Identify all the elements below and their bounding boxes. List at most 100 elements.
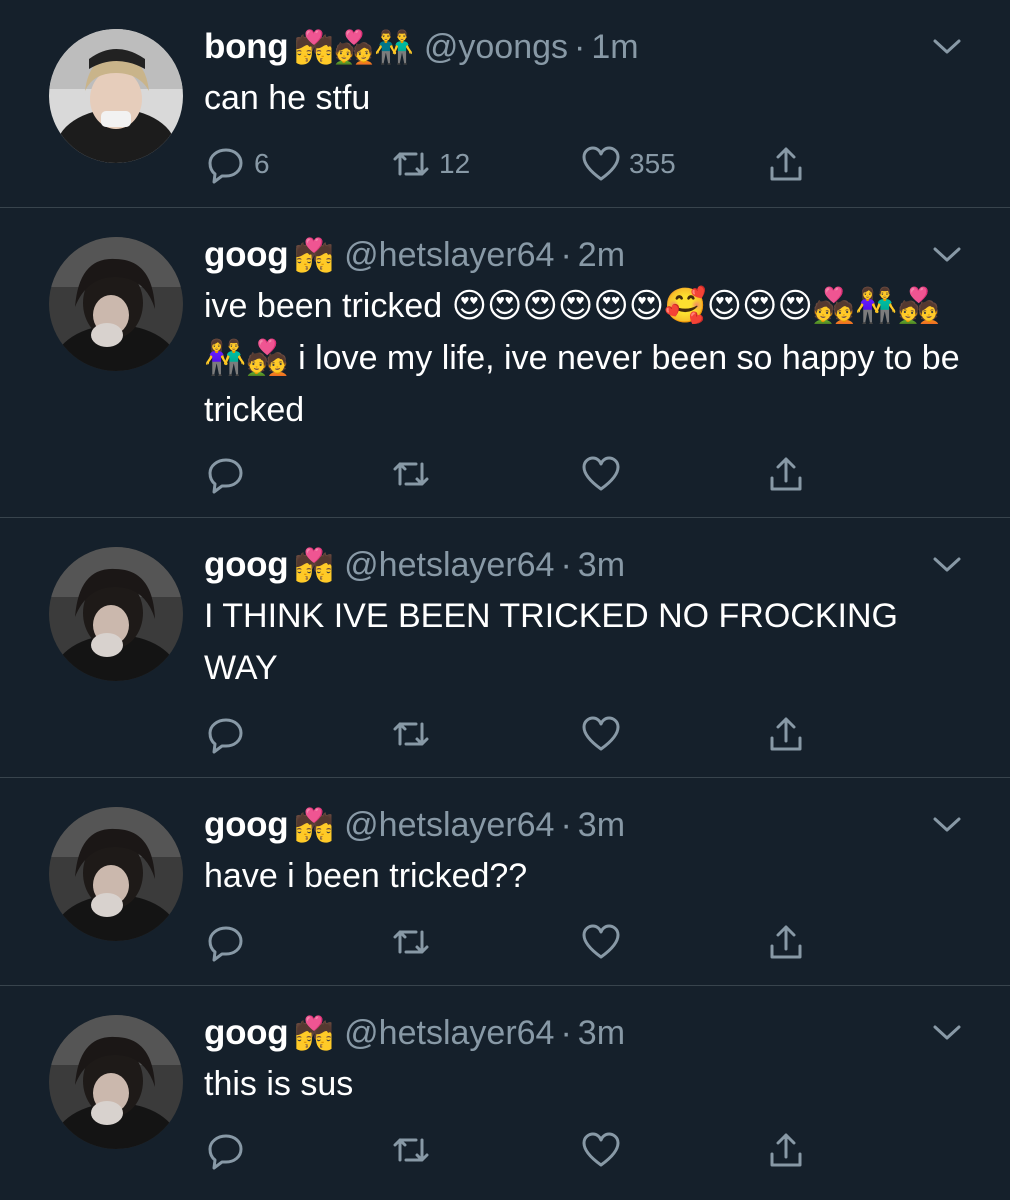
separator: · — [560, 1013, 572, 1052]
chevron-down-icon[interactable] — [932, 37, 962, 57]
chevron-down-icon[interactable] — [932, 245, 962, 265]
avatar[interactable] — [49, 547, 183, 681]
tweet[interactable]: goog 💏 @hetslayer64 · 3m have i been tri… — [0, 778, 1010, 986]
username-handle[interactable]: @hetslayer64 — [344, 806, 554, 845]
separator: · — [560, 235, 572, 274]
share-button[interactable] — [766, 1128, 806, 1172]
avatar-image — [49, 1015, 183, 1149]
retweet-icon — [393, 1138, 429, 1162]
retweet-button[interactable] — [391, 920, 439, 964]
tweet-text: this is sus — [204, 1065, 354, 1103]
retweet-button[interactable] — [391, 1128, 439, 1172]
name-emojis: 💏 — [294, 807, 335, 843]
timestamp[interactable]: 1m — [591, 28, 638, 67]
retweet-icon — [393, 722, 429, 746]
timeline: bong 💏💑👬 @yoongs · 1m can he stfu 6 12 3… — [0, 0, 1010, 1200]
retweet-icon — [393, 152, 429, 176]
tweet[interactable]: goog 💏 @hetslayer64 · 2m ive been tricke… — [0, 208, 1010, 518]
reply-button[interactable] — [206, 1128, 254, 1172]
reply-button[interactable] — [206, 712, 254, 756]
tweet-actions — [206, 1128, 826, 1172]
reply-button[interactable] — [206, 452, 254, 496]
heart-icon — [582, 716, 620, 751]
name-emojis: 💏 — [294, 1015, 335, 1051]
reply-icon — [208, 458, 243, 494]
share-icon — [770, 925, 802, 959]
reply-icon — [208, 718, 243, 754]
reply-icon — [208, 148, 243, 184]
username-handle[interactable]: @yoongs — [424, 28, 568, 67]
tweet-header: goog 💏 @hetslayer64 · 3m — [204, 542, 625, 588]
retweet-button[interactable] — [391, 452, 439, 496]
timestamp[interactable]: 3m — [578, 806, 625, 845]
avatar[interactable] — [49, 807, 183, 941]
share-button[interactable] — [766, 452, 806, 496]
share-icon — [770, 1133, 802, 1167]
retweet-button[interactable] — [391, 712, 439, 756]
tweet-actions — [206, 712, 826, 756]
timestamp[interactable]: 3m — [578, 546, 625, 585]
tweet-actions: 6 12 355 — [206, 142, 826, 186]
avatar[interactable] — [49, 1015, 183, 1149]
like-button[interactable] — [581, 920, 629, 964]
share-icon — [770, 457, 802, 491]
share-icon — [770, 147, 802, 181]
reply-icon — [208, 1134, 243, 1170]
reply-button[interactable]: 6 — [206, 142, 270, 186]
timestamp[interactable]: 2m — [578, 236, 625, 275]
username-handle[interactable]: @hetslayer64 — [344, 236, 554, 275]
avatar-image — [49, 547, 183, 681]
username-handle[interactable]: @hetslayer64 — [344, 1014, 554, 1053]
heart-icon — [582, 924, 620, 959]
like-button[interactable]: 355 — [581, 142, 676, 186]
name-emojis: 💏 — [294, 237, 335, 273]
display-name[interactable]: goog — [204, 545, 289, 585]
like-button[interactable] — [581, 712, 629, 756]
separator: · — [574, 27, 586, 66]
display-name[interactable]: goog — [204, 235, 289, 275]
retweet-icon — [393, 462, 429, 486]
heart-icon — [582, 146, 620, 181]
heart-icon — [582, 456, 620, 491]
like-count: 355 — [629, 148, 676, 179]
tweet[interactable]: goog 💏 @hetslayer64 · 3m I THINK IVE BEE… — [0, 518, 1010, 778]
heart-icon — [582, 1132, 620, 1167]
timestamp[interactable]: 3m — [578, 1014, 625, 1053]
retweet-icon — [393, 930, 429, 954]
share-button[interactable] — [766, 920, 806, 964]
tweet-text: ive been tricked 😍😍😍😍😍😍🥰😍😍😍💑👫💑👫💑 i love … — [204, 287, 960, 429]
avatar[interactable] — [49, 237, 183, 371]
reply-count: 6 — [254, 148, 270, 179]
display-name[interactable]: goog — [204, 1013, 289, 1053]
share-button[interactable] — [766, 712, 806, 756]
separator: · — [560, 545, 572, 584]
separator: · — [560, 805, 572, 844]
tweet-text: I THINK IVE BEEN TRICKED NO FROCKING WAY — [204, 597, 898, 687]
tweet[interactable]: goog 💏 @hetslayer64 · 3m this is sus — [0, 986, 1010, 1200]
reply-icon — [208, 926, 243, 962]
chevron-down-icon[interactable] — [932, 555, 962, 575]
display-name[interactable]: goog — [204, 805, 289, 845]
tweet-header: goog 💏 @hetslayer64 · 3m — [204, 1010, 625, 1056]
chevron-down-icon[interactable] — [932, 1023, 962, 1043]
tweet-text: can he stfu — [204, 79, 371, 117]
tweet-header: bong 💏💑👬 @yoongs · 1m — [204, 24, 639, 70]
avatar-image — [49, 807, 183, 941]
like-button[interactable] — [581, 452, 629, 496]
username-handle[interactable]: @hetslayer64 — [344, 546, 554, 585]
tweet-actions — [206, 920, 826, 964]
tweet-text: have i been tricked?? — [204, 857, 528, 895]
avatar[interactable] — [49, 29, 183, 163]
display-name[interactable]: bong — [204, 27, 289, 67]
chevron-down-icon[interactable] — [932, 815, 962, 835]
tweet-header: goog 💏 @hetslayer64 · 2m — [204, 232, 625, 278]
share-icon — [770, 717, 802, 751]
tweet[interactable]: bong 💏💑👬 @yoongs · 1m can he stfu 6 12 3… — [0, 0, 1010, 208]
like-button[interactable] — [581, 1128, 629, 1172]
tweet-actions — [206, 452, 826, 496]
share-button[interactable] — [766, 142, 806, 186]
reply-button[interactable] — [206, 920, 254, 964]
tweet-header: goog 💏 @hetslayer64 · 3m — [204, 802, 625, 848]
name-emojis: 💏💑👬 — [294, 29, 414, 65]
retweet-button[interactable]: 12 — [391, 142, 470, 186]
